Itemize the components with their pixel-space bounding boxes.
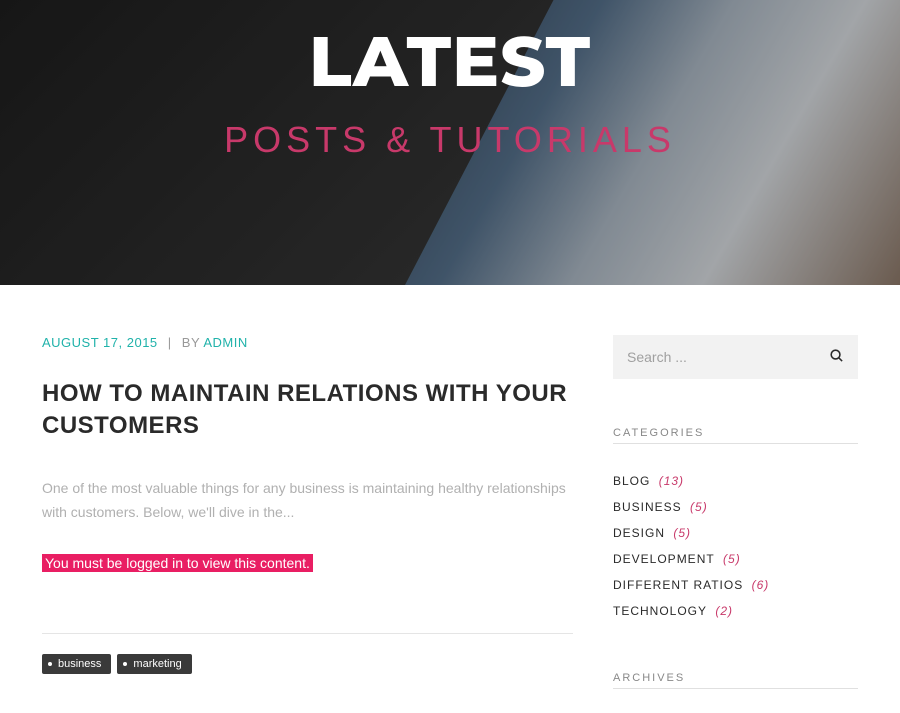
category-count: (13) — [654, 474, 684, 488]
tag-item[interactable]: business — [42, 654, 111, 674]
category-item[interactable]: BUSINESS (5) — [613, 494, 858, 520]
tag-list: business marketing — [42, 654, 573, 674]
category-item[interactable]: TECHNOLOGY (2) — [613, 598, 858, 624]
category-item[interactable]: DEVELOPMENT (5) — [613, 546, 858, 572]
bullet-icon — [123, 662, 127, 666]
meta-separator: | — [168, 335, 172, 350]
bullet-icon — [48, 662, 52, 666]
categories-heading: CATEGORIES — [613, 427, 858, 439]
main-content: AUGUST 17, 2015 | BY ADMIN HOW TO MAINTA… — [42, 335, 573, 713]
category-item[interactable]: DESIGN (5) — [613, 520, 858, 546]
category-name: DESIGN — [613, 526, 665, 540]
search-input[interactable] — [627, 349, 829, 365]
post-title: HOW TO MAINTAIN RELATIONS WITH YOUR CUST… — [42, 378, 573, 443]
category-name: TECHNOLOGY — [613, 604, 707, 618]
hero-subtitle: POSTS & TUTORIALS — [0, 119, 900, 161]
category-name: BUSINESS — [613, 500, 682, 514]
tag-label: business — [58, 658, 101, 670]
hero-title: LATEST — [0, 18, 900, 104]
post-divider — [42, 633, 573, 634]
hero-banner: LATEST POSTS & TUTORIALS — [0, 0, 900, 285]
category-name: BLOG — [613, 474, 650, 488]
post-date[interactable]: AUGUST 17, 2015 — [42, 335, 158, 350]
widget-divider — [613, 443, 858, 444]
login-notice: You must be logged in to view this conte… — [42, 554, 313, 572]
category-count: (2) — [711, 604, 733, 618]
category-name: DIFFERENT RATIOS — [613, 578, 743, 592]
category-count: (6) — [747, 578, 769, 592]
post-author[interactable]: ADMIN — [203, 335, 247, 350]
post-excerpt: One of the most valuable things for any … — [42, 477, 573, 525]
category-count: (5) — [686, 500, 708, 514]
category-list: BLOG (13)BUSINESS (5)DESIGN (5)DEVELOPME… — [613, 468, 858, 624]
tag-item[interactable]: marketing — [117, 654, 191, 674]
category-count: (5) — [669, 526, 691, 540]
widget-divider — [613, 688, 858, 689]
by-label: BY — [182, 335, 200, 350]
post-meta: AUGUST 17, 2015 | BY ADMIN — [42, 335, 573, 350]
category-item[interactable]: BLOG (13) — [613, 468, 858, 494]
search-box — [613, 335, 858, 379]
tag-label: marketing — [133, 658, 181, 670]
sidebar: CATEGORIES BLOG (13)BUSINESS (5)DESIGN (… — [613, 335, 858, 713]
category-item[interactable]: DIFFERENT RATIOS (6) — [613, 572, 858, 598]
archives-heading: ARCHIVES — [613, 672, 858, 684]
category-name: DEVELOPMENT — [613, 552, 715, 566]
search-icon[interactable] — [829, 348, 844, 367]
category-count: (5) — [719, 552, 741, 566]
